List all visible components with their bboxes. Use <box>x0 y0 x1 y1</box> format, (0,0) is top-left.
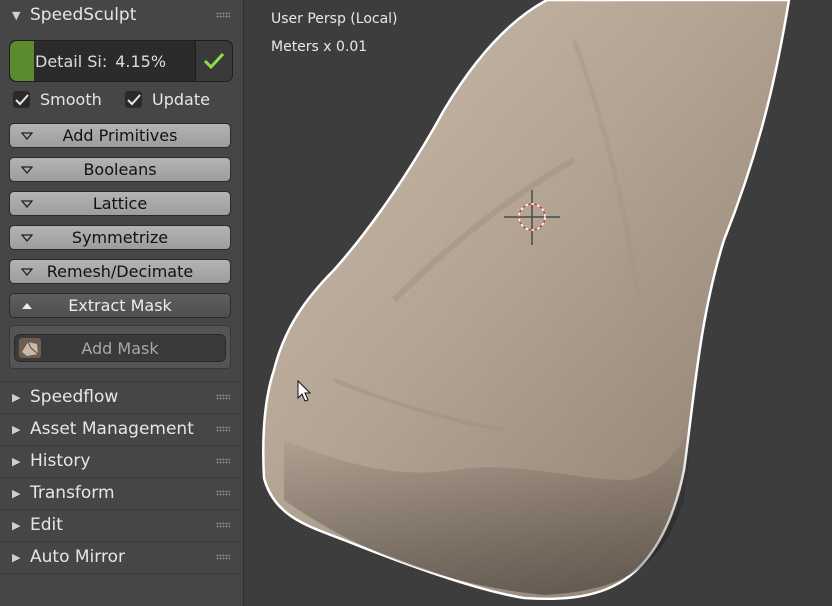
check-icon <box>14 93 29 105</box>
speedsculpt-panel-header[interactable]: ▼ SpeedSculpt <box>0 0 240 30</box>
edit-label: Edit <box>30 515 63 535</box>
expand-triangle-icon: ▶ <box>12 390 21 404</box>
check-icon <box>126 93 141 105</box>
dropdown-triangle-icon <box>21 132 33 140</box>
update-checkbox-box[interactable] <box>125 91 142 108</box>
speedflow-section-header[interactable]: ▶ Speedflow <box>0 382 240 412</box>
auto-mirror-label: Auto Mirror <box>30 547 125 567</box>
drag-grip-icon[interactable] <box>216 522 230 528</box>
remesh-decimate-label: Remesh/Decimate <box>46 262 194 281</box>
extract-mask-box: Add Mask <box>9 325 231 369</box>
dropdown-triangle-icon <box>21 200 33 208</box>
detail-size-text: Detail Si: 4.15% <box>10 41 196 81</box>
update-label: Update <box>152 90 210 109</box>
mask-thumbnail-icon <box>19 338 41 358</box>
drag-grip-icon[interactable] <box>216 426 230 432</box>
dropdown-triangle-icon <box>21 234 33 242</box>
drag-grip-icon[interactable] <box>216 554 230 560</box>
expand-triangle-icon: ▶ <box>12 518 21 532</box>
auto-mirror-section-header[interactable]: ▶ Auto Mirror <box>0 542 240 572</box>
apply-detail-button[interactable] <box>195 41 232 81</box>
divider <box>0 573 240 574</box>
asset-management-label: Asset Management <box>30 419 194 439</box>
expand-up-triangle-icon <box>22 303 32 309</box>
view-label: User Persp (Local) <box>271 11 398 27</box>
drag-grip-icon[interactable] <box>216 458 230 464</box>
collapse-triangle-icon: ▼ <box>12 8 21 22</box>
booleans-label: Booleans <box>83 160 157 179</box>
add-mask-button[interactable]: Add Mask <box>14 334 226 362</box>
add-primitives-button[interactable]: Add Primitives <box>9 123 231 148</box>
sculpt-mesh[interactable] <box>244 0 832 606</box>
smooth-checkbox-box[interactable] <box>13 91 30 108</box>
transform-section-header[interactable]: ▶ Transform <box>0 478 240 508</box>
add-primitives-label: Add Primitives <box>62 126 178 145</box>
symmetrize-button[interactable]: Symmetrize <box>9 225 231 250</box>
lattice-label: Lattice <box>92 194 148 213</box>
transform-label: Transform <box>30 483 115 503</box>
checkmark-icon <box>203 52 225 70</box>
speedflow-label: Speedflow <box>30 387 119 407</box>
history-section-header[interactable]: ▶ History <box>0 446 240 476</box>
units-label: Meters x 0.01 <box>271 39 368 55</box>
edit-section-header[interactable]: ▶ Edit <box>0 510 240 540</box>
history-label: History <box>30 451 91 471</box>
extract-mask-button[interactable]: Extract Mask <box>9 293 231 318</box>
update-checkbox[interactable]: Update <box>125 90 210 109</box>
drag-grip-icon[interactable] <box>216 12 230 18</box>
asset-management-section-header[interactable]: ▶ Asset Management <box>0 414 240 444</box>
detail-size-field[interactable]: Detail Si: 4.15% <box>9 40 233 82</box>
tool-panel: ▼ SpeedSculpt Detail Si: 4.15% Smooth Up… <box>0 0 244 606</box>
3d-viewport[interactable]: User Persp (Local) Meters x 0.01 <box>244 0 832 606</box>
drag-grip-icon[interactable] <box>216 394 230 400</box>
expand-triangle-icon: ▶ <box>12 550 21 564</box>
symmetrize-label: Symmetrize <box>71 228 169 247</box>
expand-triangle-icon: ▶ <box>12 454 21 468</box>
detail-size-label: Detail Si: <box>35 51 108 71</box>
drag-grip-icon[interactable] <box>216 490 230 496</box>
lattice-button[interactable]: Lattice <box>9 191 231 216</box>
dropdown-triangle-icon <box>21 268 33 276</box>
add-mask-label: Add Mask <box>81 338 159 358</box>
smooth-checkbox[interactable]: Smooth <box>13 90 102 109</box>
booleans-button[interactable]: Booleans <box>9 157 231 182</box>
extract-mask-label: Extract Mask <box>68 296 172 315</box>
expand-triangle-icon: ▶ <box>12 486 21 500</box>
panel-title: SpeedSculpt <box>30 5 137 25</box>
detail-size-value: 4.15% <box>115 51 167 71</box>
expand-triangle-icon: ▶ <box>12 422 21 436</box>
smooth-label: Smooth <box>40 90 102 109</box>
dropdown-triangle-icon <box>21 166 33 174</box>
remesh-decimate-button[interactable]: Remesh/Decimate <box>9 259 231 284</box>
